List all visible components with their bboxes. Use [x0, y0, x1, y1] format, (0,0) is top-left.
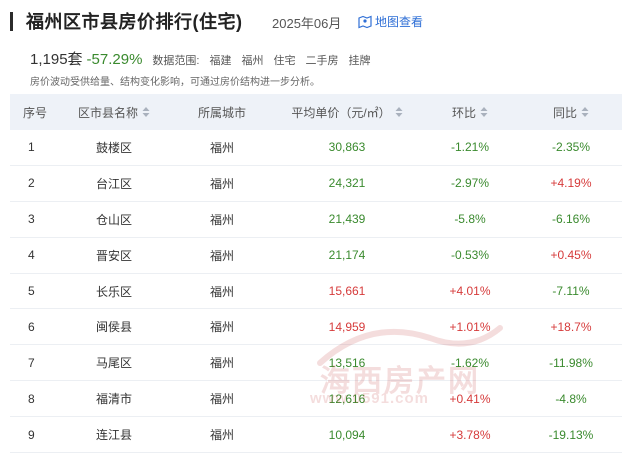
price-cell: 13,516	[328, 355, 366, 370]
table-row[interactable]: 1 鼓楼区 福州 30,863 -1.21% -2.35%	[10, 130, 622, 166]
district-cell: 福清市	[95, 392, 132, 407]
mom-cell: +4.01%	[449, 284, 491, 298]
price-cell: 21,439	[328, 212, 366, 227]
yoy-cell: -19.13%	[548, 427, 594, 442]
mom-cell: -0.53%	[450, 248, 490, 263]
price-cell: 10,094	[328, 427, 366, 442]
rank-cell: 2	[28, 176, 35, 191]
col-district[interactable]: 区市县名称	[58, 104, 170, 121]
rank-cell: 9	[28, 427, 35, 442]
price-cell: 15,661	[328, 284, 366, 298]
mom-cell: +0.41%	[449, 391, 491, 406]
title-accent-bar	[10, 12, 13, 31]
city-cell: 福州	[209, 428, 234, 443]
city-cell: 福州	[209, 140, 234, 155]
col-city: 所属城市	[197, 105, 246, 120]
table-body: 1 鼓楼区 福州 30,863 -1.21% -2.35% 2 台江区 福州 24,321 -2.9…	[10, 130, 622, 454]
table-row[interactable]: 7 马尾区 福州 13,516 -1.62% -11.98%	[10, 345, 622, 382]
district-cell: 连江县	[95, 428, 132, 443]
district-cell: 仓山区	[95, 212, 132, 227]
yoy-cell: -2.35%	[551, 140, 591, 155]
price-cell: 30,863	[328, 140, 366, 155]
stats-line: 1,195套 -57.29% 数据范围: 福建 福州 住宅 二手房 挂牌	[30, 48, 370, 69]
city-cell: 福州	[209, 320, 234, 335]
data-range-label: 数据范围:	[152, 55, 200, 67]
rank-cell: 6	[28, 319, 35, 334]
col-yoy[interactable]: 同比	[520, 104, 622, 121]
map-view-link[interactable]: 地图查看	[358, 13, 423, 30]
range-tag-city: 福州	[241, 55, 264, 67]
yoy-cell: -11.98%	[549, 355, 593, 370]
city-cell: 福州	[209, 176, 234, 191]
rank-cell: 3	[28, 212, 35, 227]
col-mom[interactable]: 环比	[420, 104, 520, 121]
rank-cell: 7	[28, 355, 35, 370]
mom-cell: +1.01%	[449, 319, 491, 334]
price-cell: 21,174	[328, 248, 366, 263]
table-row[interactable]: 4 晋安区 福州 21,174 -0.53% +0.45%	[10, 238, 622, 274]
ranking-table: 序号 区市县名称 所属城市 平均单价（元/㎡） 环比 同比 1 鼓楼区 福州 30,8…	[10, 94, 622, 454]
yoy-cell: -4.8%	[555, 391, 587, 406]
rank-cell: 1	[28, 140, 35, 155]
change-percent: -57.29%	[86, 51, 143, 68]
table-row[interactable]: 2 台江区 福州 24,321 -2.97% +4.19%	[10, 166, 622, 202]
district-cell: 晋安区	[95, 248, 132, 263]
table-header: 序号 区市县名称 所属城市 平均单价（元/㎡） 环比 同比	[10, 94, 622, 130]
city-cell: 福州	[209, 392, 234, 407]
yoy-cell: -7.11%	[552, 284, 590, 298]
listing-count: 1,195套	[30, 51, 83, 68]
sort-icon[interactable]	[142, 107, 150, 117]
mom-cell: +3.78%	[449, 427, 491, 442]
table-row[interactable]: 9 连江县 福州 10,094 +3.78% -19.13%	[10, 417, 622, 454]
district-cell: 台江区	[95, 176, 132, 191]
mom-cell: -2.97%	[450, 176, 490, 191]
city-cell: 福州	[209, 212, 234, 227]
district-cell: 马尾区	[95, 356, 132, 371]
col-price[interactable]: 平均单价（元/㎡）	[274, 104, 420, 121]
rank-cell: 4	[28, 248, 35, 263]
yoy-cell: +0.45%	[550, 248, 592, 263]
sort-icon[interactable]	[480, 107, 488, 117]
range-tag-province: 福建	[209, 55, 232, 67]
page-header: 福州区市县房价排行(住宅) 2025年06月 地图查看	[0, 0, 640, 44]
col-rank: 序号	[23, 105, 48, 120]
rank-cell: 5	[28, 284, 35, 298]
district-cell: 闽侯县	[95, 320, 132, 335]
range-tag-market: 二手房	[305, 55, 339, 67]
city-cell: 福州	[209, 356, 234, 371]
city-cell: 福州	[209, 248, 234, 263]
mom-cell: -1.62%	[450, 355, 490, 370]
report-date: 2025年06月	[272, 16, 342, 31]
mom-cell: -1.21%	[450, 140, 490, 155]
yoy-cell: +4.19%	[550, 176, 592, 191]
district-cell: 鼓楼区	[95, 140, 132, 155]
district-cell: 长乐区	[95, 284, 132, 299]
rank-cell: 8	[28, 391, 35, 406]
table-row[interactable]: 3 仓山区 福州 21,439 -5.8% -6.16%	[10, 202, 622, 238]
map-icon	[358, 15, 372, 28]
sort-icon[interactable]	[395, 107, 403, 117]
city-cell: 福州	[209, 284, 234, 299]
analysis-note: 房价波动受供给量、结构变化影响，可通过房价结构进一步分析。	[30, 77, 320, 88]
price-cell: 14,959	[328, 319, 366, 334]
range-tag-status: 挂牌	[348, 55, 371, 67]
map-view-label: 地图查看	[375, 15, 424, 29]
yoy-cell: +18.7%	[550, 319, 592, 334]
table-row[interactable]: 8 福清市 福州 12,616 +0.41% -4.8%	[10, 381, 622, 418]
table-row[interactable]: 6 闽侯县 福州 14,959 +1.01% +18.7%	[10, 309, 622, 346]
mom-cell: -5.8%	[454, 212, 486, 227]
sort-icon[interactable]	[581, 107, 589, 117]
table-row[interactable]: 5 长乐区 福州 15,661 +4.01% -7.11%	[10, 274, 622, 310]
price-cell: 12,616	[328, 391, 366, 406]
page-title: 福州区市县房价排行(住宅)	[26, 12, 243, 32]
yoy-cell: -6.16%	[551, 212, 591, 227]
range-tag-type: 住宅	[273, 55, 296, 67]
price-cell: 24,321	[328, 176, 366, 191]
